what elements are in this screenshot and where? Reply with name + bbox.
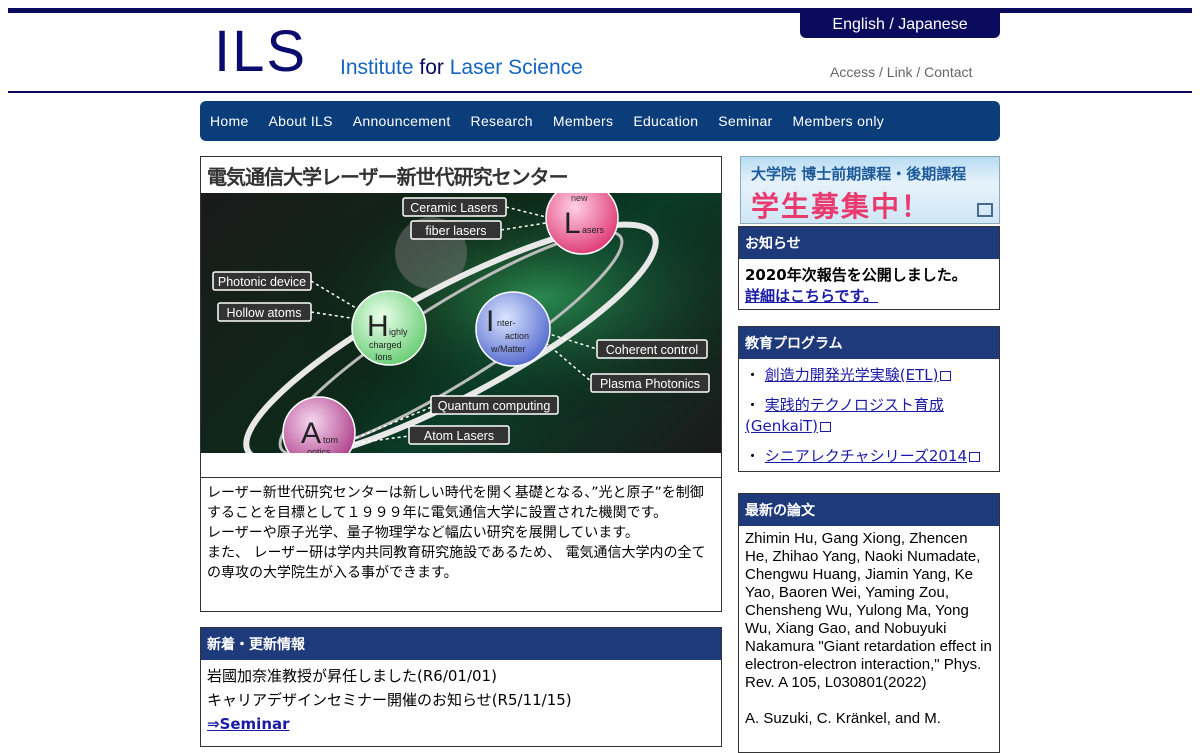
nav-announcement[interactable]: Announcement — [353, 113, 451, 129]
recruit-line1: 大学院 博士前期課程・後期課程 — [751, 165, 967, 183]
notice-heading: お知らせ — [739, 227, 999, 259]
svg-text:Photonic device: Photonic device — [218, 275, 306, 289]
recruitment-banner[interactable]: 大学院 博士前期課程・後期課程 学生募集中！ — [740, 156, 1000, 224]
svg-text:action: action — [505, 331, 529, 341]
label-atom-lasers: Atom Lasers — [408, 425, 510, 445]
genkait-link[interactable]: 実践的テクノロジスト育成(GenkaiT) — [745, 396, 944, 435]
senior-lecture-link[interactable]: シニアレクチャシリーズ2014 — [765, 447, 967, 465]
svg-text:H: H — [367, 310, 389, 343]
hero-description: レーザー新世代研究センターは新しい時代を開く基礎となる、”光と原子”を制御するこ… — [207, 483, 715, 583]
header-divider — [8, 91, 1192, 93]
logo-fullname[interactable]: Institute for Laser Science — [340, 56, 583, 80]
label-quantum-computing: Quantum computing — [430, 395, 559, 415]
svg-text:tom: tom — [323, 435, 338, 445]
svg-text:ighly: ighly — [389, 327, 408, 337]
svg-text:w/Matter: w/Matter — [490, 344, 526, 354]
news-item: キャリアデザインセミナー開催のお知らせ(R5/11/15) — [207, 691, 572, 709]
list-item: ・ 創造力開発光学実験(ETL) — [745, 365, 993, 386]
notice-link[interactable]: 詳細はこちらです。 — [745, 287, 878, 305]
papers-panel: 最新の論文 Zhimin Hu, Gang Xiong, Zhencen He,… — [738, 493, 1000, 753]
paper-entry: Zhimin Hu, Gang Xiong, Zhencen He, Zhiha… — [745, 530, 992, 691]
svg-text:L: L — [564, 207, 581, 240]
logo-ils[interactable]: ILS — [214, 20, 307, 84]
seminar-link[interactable]: ⇒Seminar — [207, 715, 290, 733]
circle-interaction-matter: I nter- action w/Matter — [475, 291, 551, 367]
hero-panel: 電気通信大学レーザー新世代研究センター Ceramic Lasers fiber — [200, 156, 722, 612]
nav-education[interactable]: Education — [633, 113, 698, 129]
notice-text: 2020年次報告を公開しました。 — [745, 266, 967, 284]
svg-text:Ions: Ions — [375, 352, 393, 362]
external-link-icon — [969, 451, 981, 462]
separator: / — [912, 64, 925, 80]
papers-heading: 最新の論文 — [739, 494, 999, 526]
separator: / — [875, 64, 887, 80]
svg-text:A: A — [301, 417, 321, 450]
svg-text:Plasma Photonics: Plasma Photonics — [600, 377, 700, 391]
circle-highly-charged-ions: H ighly charged Ions — [351, 290, 427, 366]
external-link-icon — [820, 421, 832, 432]
education-heading: 教育プログラム — [739, 327, 999, 359]
svg-text:new: new — [571, 193, 588, 203]
list-item: ・ シニアレクチャシリーズ2014 — [745, 446, 993, 467]
link-link[interactable]: Link — [887, 64, 913, 80]
logo-text-2: Laser Science — [443, 56, 583, 79]
svg-text:fiber lasers: fiber lasers — [425, 224, 486, 238]
svg-text:Quantum computing: Quantum computing — [438, 399, 551, 413]
external-link-icon — [940, 370, 952, 381]
access-link[interactable]: Access — [830, 64, 875, 80]
logo-text-1: Institute — [340, 56, 420, 79]
nav-home[interactable]: Home — [210, 113, 249, 129]
svg-text:optics: optics — [307, 447, 331, 453]
logo-text-for: for — [419, 56, 444, 79]
news-heading: 新着・更新情報 — [201, 628, 721, 660]
etl-link[interactable]: 創造力開発光学実験(ETL) — [765, 366, 939, 384]
svg-text:charged: charged — [369, 340, 402, 350]
window-icon — [977, 203, 993, 217]
paper-entry: A. Suzuki, C. Kränkel, and M. — [745, 710, 941, 727]
recruit-line2: 学生募集中！ — [751, 190, 932, 223]
contact-link[interactable]: Contact — [924, 64, 972, 80]
label-coherent-control: Coherent control — [596, 339, 708, 359]
nav-members-only[interactable]: Members only — [793, 113, 885, 129]
main-nav: Home About ILS Announcement Research Mem… — [200, 101, 1000, 141]
svg-text:asers: asers — [582, 225, 605, 235]
hero-text-3: また、 レーザー研は学内共同教育研究施設であるため、 電気通信大学内の全ての専攻… — [207, 545, 706, 581]
notice-panel: お知らせ 2020年次報告を公開しました。 詳細はこちらです。 — [738, 226, 1000, 310]
hero-text-2: レーザーや原子光学、量子物理学など幅広い研究を展開しています。 — [207, 525, 639, 541]
svg-text:Hollow atoms: Hollow atoms — [226, 306, 301, 320]
hero-divider — [201, 477, 721, 478]
svg-text:nter-: nter- — [497, 318, 516, 328]
svg-text:I: I — [486, 305, 494, 338]
label-fiber-lasers: fiber lasers — [410, 220, 502, 240]
hero-title: 電気通信大学レーザー新世代研究センター — [207, 165, 569, 189]
research-diagram-svg: Ceramic Lasers fiber lasers Photonic dev… — [201, 193, 721, 453]
research-diagram-image: Ceramic Lasers fiber lasers Photonic dev… — [201, 193, 721, 453]
label-ceramic-lasers: Ceramic Lasers — [402, 197, 507, 217]
news-panel: 新着・更新情報 岩國加奈准教授が昇任しました(R6/01/01) キャリアデザイ… — [200, 627, 722, 747]
list-item: ・ 実践的テクノロジスト育成(GenkaiT) — [745, 396, 944, 435]
svg-text:Coherent control: Coherent control — [606, 343, 698, 357]
nav-seminar[interactable]: Seminar — [718, 113, 772, 129]
education-panel: 教育プログラム ・ 創造力開発光学実験(ETL) ・ 実践的テクノロジスト育成(… — [738, 326, 1000, 472]
nav-members[interactable]: Members — [553, 113, 613, 129]
label-hollow-atoms: Hollow atoms — [217, 302, 312, 322]
svg-text:Atom Lasers: Atom Lasers — [424, 429, 494, 443]
nav-about[interactable]: About ILS — [269, 113, 333, 129]
nav-research[interactable]: Research — [471, 113, 533, 129]
top-border — [8, 8, 1192, 13]
language-switch-button[interactable]: English / Japanese — [800, 12, 1000, 38]
label-photonic-device: Photonic device — [212, 271, 312, 291]
hero-text-1: レーザー新世代研究センターは新しい時代を開く基礎となる、”光と原子”を制御するこ… — [207, 485, 704, 521]
label-plasma-photonics: Plasma Photonics — [590, 373, 710, 393]
news-item: 岩國加奈准教授が昇任しました(R6/01/01) — [207, 667, 497, 685]
svg-text:Ceramic Lasers: Ceramic Lasers — [410, 201, 498, 215]
utility-links: Access / Link / Contact — [830, 64, 972, 80]
